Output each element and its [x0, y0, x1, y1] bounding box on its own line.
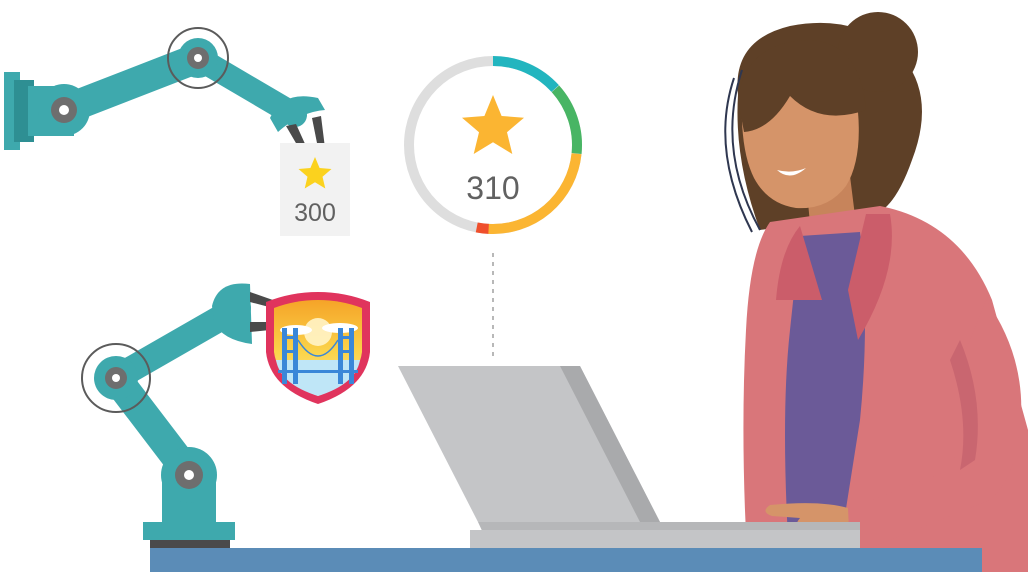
illustration-stage: 300 310 — [0, 0, 1028, 572]
score-gauge: 310 — [404, 55, 582, 234]
person-figure — [724, 12, 1028, 572]
card-points-value: 300 — [294, 199, 336, 227]
desk-surface — [150, 548, 982, 572]
points-card: 300 — [280, 143, 350, 236]
gauge-points-value: 310 — [466, 170, 519, 206]
bottom-robot-arm-icon — [81, 283, 290, 548]
scene-illustration: 300 310 — [4, 12, 1028, 572]
gauge-star-icon — [462, 95, 524, 154]
badge-shield-icon — [266, 292, 370, 404]
top-robot-arm-icon — [4, 27, 325, 150]
